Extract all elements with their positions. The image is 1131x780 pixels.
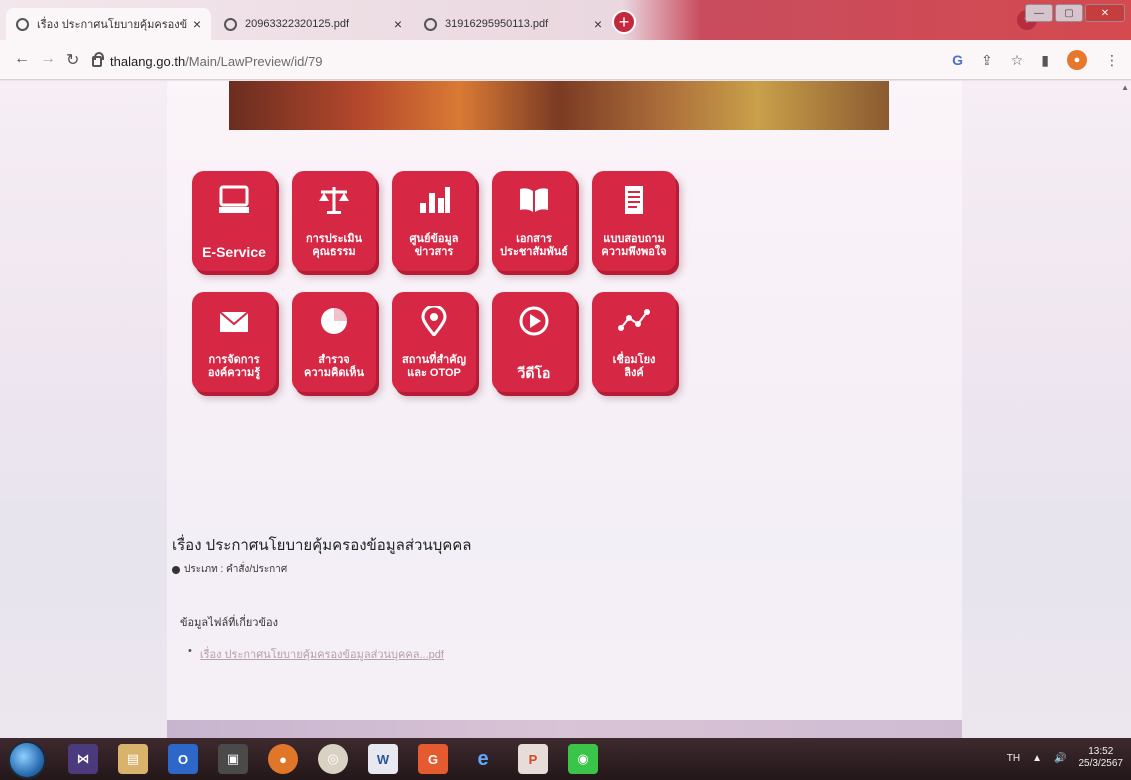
url-path: /Main/LawPreview/id/79: [185, 53, 323, 69]
start-button[interactable]: [8, 741, 46, 779]
tile-satisfaction-survey[interactable]: แบบสอบถาม ความพึงพอใจ: [592, 171, 676, 271]
globe-icon: [424, 17, 437, 31]
tile-label: สำรวจ ความคิดเห็น: [304, 354, 364, 379]
tile-label: เชื่อมโยง ลิงค์: [612, 354, 656, 379]
windows-taskbar: ⋈ ▤ O ▣ ● ◎ W G e P ◉ TH ▲ 🔊 13:52 25/3/…: [0, 738, 1131, 780]
forward-icon[interactable]: →: [40, 50, 56, 68]
minimize-button[interactable]: —: [1025, 4, 1053, 22]
word-icon[interactable]: W: [368, 744, 398, 774]
line-app-icon[interactable]: ◉: [568, 744, 598, 774]
pie-chart-icon: [292, 306, 376, 336]
pdf-reader-icon[interactable]: G: [418, 744, 448, 774]
share-icon[interactable]: ⇪: [981, 52, 993, 69]
tab-pdf-1[interactable]: 20963322320125.pdf ×: [214, 8, 412, 40]
scroll-up-icon[interactable]: ▲: [1121, 83, 1129, 92]
internet-explorer-icon[interactable]: e: [468, 744, 498, 774]
tile-label: การจัดการ องค์ความรู้: [207, 354, 261, 379]
tile-label: แบบสอบถาม ความพึงพอใจ: [601, 233, 667, 258]
tile-info-center[interactable]: ศูนย์ข้อมูล ข่าวสาร: [392, 171, 476, 271]
related-files-heading: ข้อมูลไฟล์ที่เกี่ยวข้อง: [180, 617, 278, 629]
tile-label: สถานที่สำคัญ และ OTOP: [402, 354, 466, 379]
volume-icon[interactable]: 🔊: [1054, 753, 1066, 764]
tab-title: 20963322320125.pdf: [245, 18, 349, 30]
tray-expand-icon[interactable]: ▲: [1032, 753, 1042, 764]
document-icon: [592, 185, 676, 215]
browser-toolbar: ← → ↻ thalang.go.th/Main/LawPreview/id/7…: [0, 40, 1131, 80]
clock-date: 25/3/2567: [1078, 758, 1124, 769]
clock[interactable]: 13:52 25/3/2567: [1079, 746, 1124, 770]
play-icon: [492, 306, 576, 336]
menu-icon[interactable]: ⋮: [1105, 52, 1119, 69]
url-host: thalang.go.th: [110, 53, 186, 69]
back-icon[interactable]: ←: [14, 50, 30, 68]
new-tab-button[interactable]: +: [612, 10, 636, 34]
close-icon[interactable]: ×: [394, 16, 402, 32]
tile-landmarks-otop[interactable]: สถานที่สำคัญ และ OTOP: [392, 292, 476, 392]
category-icon: [172, 565, 180, 574]
computer-icon: [192, 185, 276, 215]
tile-video[interactable]: วีดีโอ: [492, 292, 576, 392]
article-title: เรื่อง ประกาศนโยบายคุ้มครองข้อมูลส่วนบุค…: [172, 537, 472, 554]
envelope-icon: [192, 306, 276, 336]
file-link[interactable]: เรื่อง ประกาศนโยบายคุ้มครองข้อมูลส่วนบุค…: [200, 645, 444, 663]
toolbar-icons: G ⇪ ☆ ▮ ● ⋮: [952, 50, 1119, 70]
firefox-icon[interactable]: ●: [268, 744, 298, 774]
lock-icon: [92, 51, 104, 67]
file-list-item: • เรื่อง ประกาศนโยบายคุ้มครองข้อมูลส่วนบ…: [188, 645, 444, 663]
tile-label: การประเมิน คุณธรรม: [305, 233, 363, 258]
maximize-button[interactable]: ▢: [1055, 4, 1083, 22]
outlook-icon[interactable]: O: [168, 744, 198, 774]
tile-label: เอกสาร ประชาสัมพันธ์: [500, 233, 568, 258]
star-icon[interactable]: ☆: [1011, 52, 1024, 69]
close-window-button[interactable]: ✕: [1085, 4, 1125, 22]
profile-avatar[interactable]: ●: [1067, 50, 1087, 70]
file-explorer-icon[interactable]: ▤: [118, 744, 148, 774]
bar-chart-icon: [392, 185, 476, 215]
browser-tab-strip: เรื่อง ประกาศนโยบายคุ้มครองข้อมู × 20963…: [0, 0, 1131, 40]
location-pin-icon: [392, 306, 476, 336]
reload-icon[interactable]: ↻: [66, 50, 79, 70]
tile-e-service[interactable]: E-Service: [192, 171, 276, 271]
link-nodes-icon: [592, 306, 676, 336]
article-meta: ประเภท : คำสั่ง/ประกาศ: [172, 562, 287, 577]
header-banner-image: [229, 81, 889, 130]
tile-links[interactable]: เชื่อมโยง ลิงค์: [592, 292, 676, 392]
address-bar[interactable]: thalang.go.th/Main/LawPreview/id/79: [92, 48, 942, 74]
clock-time: 13:52: [1088, 746, 1114, 757]
globe-icon: [16, 17, 29, 31]
globe-icon: [224, 17, 237, 31]
chrome-icon[interactable]: ◎: [318, 744, 348, 774]
tab-pdf-2[interactable]: 31916295950113.pdf ×: [414, 8, 612, 40]
tile-label: ศูนย์ข้อมูล ข่าวสาร: [409, 233, 459, 258]
tab-active[interactable]: เรื่อง ประกาศนโยบายคุ้มครองข้อมู ×: [6, 8, 211, 40]
visual-studio-icon[interactable]: ⋈: [68, 744, 98, 774]
side-panel-icon[interactable]: ▮: [1041, 52, 1049, 69]
web-page: ▲ E-Service การประเมิน คุณธรรม ศูนย์ข้อม…: [0, 81, 1131, 738]
tab-title: เรื่อง ประกาศนโยบายคุ้มครองข้อมู: [37, 19, 187, 31]
tile-knowledge-management[interactable]: การจัดการ องค์ความรู้: [192, 292, 276, 392]
powerpoint-icon[interactable]: P: [518, 744, 548, 774]
google-translate-icon[interactable]: G: [952, 52, 963, 68]
footer-strip: [167, 720, 962, 738]
book-icon: [492, 185, 576, 215]
tile-label: E-Service: [202, 244, 266, 260]
scales-icon: [292, 185, 376, 215]
system-tray: TH ▲ 🔊 13:52 25/3/2567: [1007, 746, 1123, 770]
tile-opinion-survey[interactable]: สำรวจ ความคิดเห็น: [292, 292, 376, 392]
window-controls: — ▢ ✕: [1025, 4, 1125, 22]
language-indicator[interactable]: TH: [1007, 753, 1020, 764]
close-icon[interactable]: ×: [193, 16, 201, 32]
tile-integrity-assessment[interactable]: การประเมิน คุณธรรม: [292, 171, 376, 271]
article-category: ประเภท : คำสั่ง/ประกาศ: [184, 564, 288, 575]
bullet-icon: •: [188, 645, 192, 657]
media-player-icon[interactable]: ▣: [218, 744, 248, 774]
tab-title: 31916295950113.pdf: [445, 18, 549, 30]
tile-label: วีดีโอ: [517, 365, 551, 381]
tile-pr-documents[interactable]: เอกสาร ประชาสัมพันธ์: [492, 171, 576, 271]
close-icon[interactable]: ×: [594, 16, 602, 32]
